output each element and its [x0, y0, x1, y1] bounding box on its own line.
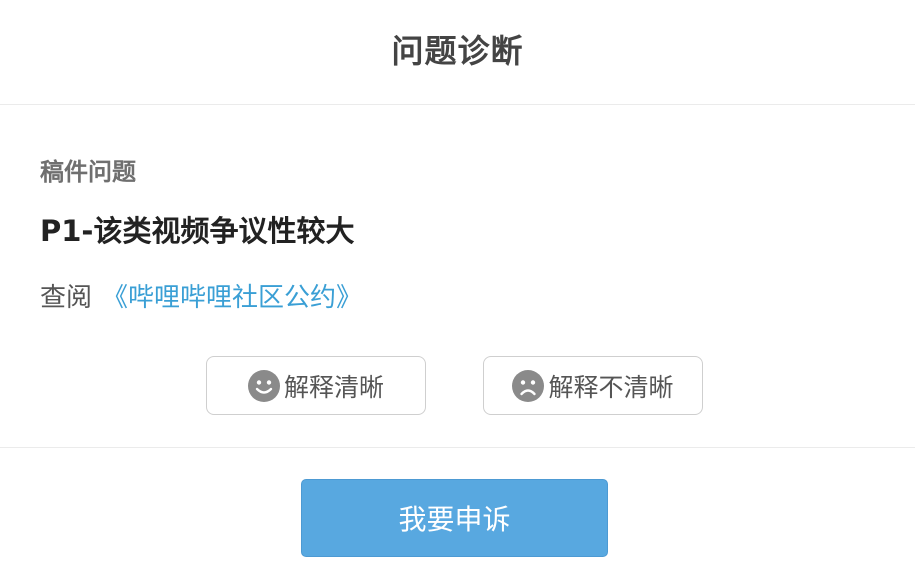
explanation-clear-button[interactable]: 解释清晰 [206, 356, 426, 415]
dialog-content: 稿件问题 P1-该类视频争议性较大 查阅 《哔哩哔哩社区公约》 解释清晰 解释不清… [0, 105, 915, 448]
diagnosis-dialog: 问题诊断 稿件问题 P1-该类视频争议性较大 查阅 《哔哩哔哩社区公约》 解释清晰 [0, 0, 915, 577]
community-guidelines-link[interactable]: 《哔哩哔哩社区公约》 [102, 283, 362, 313]
explanation-unclear-label: 解释不清晰 [548, 372, 674, 402]
problem-title: P1-该类视频争议性较大 [40, 214, 355, 248]
refer-prefix: 查阅 [40, 283, 93, 313]
appeal-button[interactable]: 我要申诉 [301, 479, 608, 557]
explanation-clear-label: 解释清晰 [283, 372, 384, 402]
frown-icon [512, 369, 545, 402]
dialog-footer: 我要申诉 [0, 448, 915, 577]
section-label: 稿件问题 [40, 158, 136, 186]
dialog-title: 问题诊断 [391, 32, 524, 70]
smile-icon [247, 369, 280, 402]
explanation-unclear-button[interactable]: 解释不清晰 [483, 356, 703, 415]
refer-line: 查阅 《哔哩哔哩社区公约》 [40, 277, 362, 314]
dialog-header: 问题诊断 [0, 0, 915, 105]
